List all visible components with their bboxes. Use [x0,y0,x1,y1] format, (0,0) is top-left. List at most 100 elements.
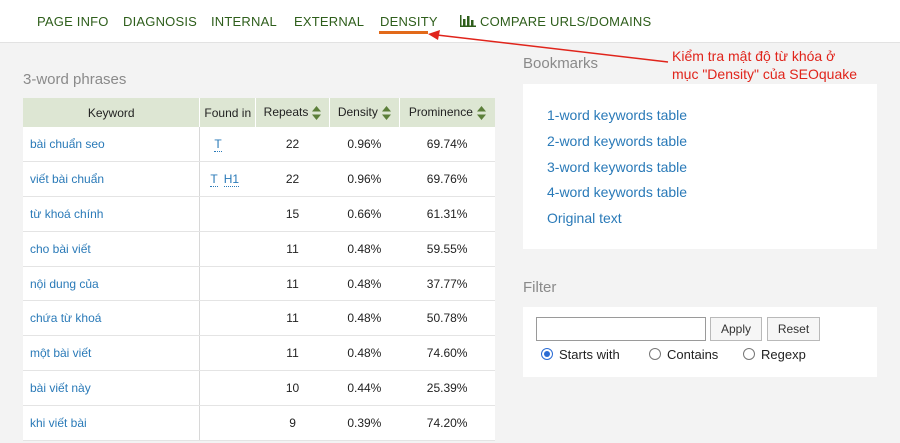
radio-icon[interactable] [743,348,755,360]
col-prominence[interactable]: Prominence [399,98,495,127]
repeats-cell: 11 [255,300,330,337]
repeats-cell: 11 [255,266,330,302]
keyword-link[interactable]: bài viết này [23,370,200,406]
annotation-line-1: Kiểm tra mật độ từ khóa ở [672,48,836,64]
keyword-link[interactable]: khi viết bài [23,405,200,441]
keyword-link[interactable]: nội dung của [23,266,200,302]
table-row: khi viết bài 9 0.39% 74.20% [23,405,495,441]
table-row: từ khoá chính 15 0.66% 61.31% [23,196,495,232]
keyword-link[interactable]: cho bài viết [23,231,200,267]
found-in-cell [199,231,256,267]
sort-icon[interactable] [312,105,322,120]
found-in-cell [199,405,256,441]
reset-button[interactable]: Reset [767,317,820,341]
tab-compare[interactable]: COMPARE URLS/DOMAINS [460,14,651,29]
prominence-cell: 69.76% [399,161,495,198]
prominence-cell: 50.78% [399,300,495,337]
density-cell: 0.48% [329,300,400,337]
found-in-cell [199,370,256,406]
apply-button[interactable]: Apply [710,317,762,341]
annotation-line-2: mục "Density" của SEOquake [672,66,858,82]
radio-regexp[interactable]: Regexp [743,347,806,362]
annotation-text: Kiểm tra mật độ từ khóa ở mục "Density" … [672,47,857,83]
found-in-cell: T H1 [199,161,256,198]
col-prominence-label: Prominence [408,105,473,120]
table-header-row: Keyword Found in Repeats Density Promine… [23,98,495,127]
sort-icon[interactable] [476,105,486,120]
tab-compare-label: COMPARE URLS/DOMAINS [480,14,652,29]
prominence-cell: 61.31% [399,196,495,232]
radio-contains[interactable]: Contains [649,347,718,362]
col-repeats[interactable]: Repeats [255,98,330,127]
found-tag[interactable]: T [210,172,218,188]
density-cell: 0.44% [329,370,400,406]
radio-icon[interactable] [649,348,661,360]
found-in-cell [199,196,256,232]
table-row: cho bài viết 11 0.48% 59.55% [23,231,495,267]
col-repeats-label: Repeats [263,105,309,120]
sort-icon[interactable] [381,105,391,120]
top-nav: PAGE INFO DIAGNOSIS INTERNAL EXTERNAL DE… [0,0,900,43]
active-tab-underline [379,31,428,34]
repeats-cell: 9 [255,405,330,441]
repeats-cell: 10 [255,370,330,406]
table-row: viết bài chuẩn T H1 22 0.96% 69.76% [23,161,495,198]
found-in-cell: T [199,127,256,163]
repeats-cell: 15 [255,196,330,232]
bookmark-link-3-word[interactable]: 3-word keywords table [547,159,687,175]
filter-input[interactable] [536,317,706,341]
prominence-cell: 74.60% [399,335,495,372]
prominence-cell: 59.55% [399,231,495,267]
repeats-cell: 22 [255,161,330,198]
tab-page-info[interactable]: PAGE INFO [37,14,109,29]
found-in-cell [199,300,256,337]
keyword-link[interactable]: bài chuẩn seo [23,127,200,163]
density-cell: 0.39% [329,405,400,441]
repeats-cell: 22 [255,127,330,163]
keyword-link[interactable]: chứa từ khoá [23,300,200,337]
prominence-cell: 37.77% [399,266,495,302]
tab-external[interactable]: EXTERNAL [294,14,364,29]
keyword-link[interactable]: từ khoá chính [23,196,200,232]
table-row: bài chuẩn seo T 22 0.96% 69.74% [23,127,495,163]
keyword-link[interactable]: một bài viết [23,335,200,372]
col-density-label: Density [337,105,378,120]
found-in-cell [199,266,256,302]
keyword-link[interactable]: viết bài chuẩn [23,161,200,198]
density-cell: 0.96% [329,161,400,198]
filter-panel: Apply Reset Starts with Contains Regexp [523,307,877,377]
radio-regexp-label: Regexp [761,347,806,362]
density-cell: 0.66% [329,196,400,232]
density-cell: 0.48% [329,266,400,302]
prominence-cell: 69.74% [399,127,495,163]
table-row: bài viết này 10 0.44% 25.39% [23,370,495,406]
radio-contains-label: Contains [667,347,719,362]
bookmark-link-2-word[interactable]: 2-word keywords table [547,133,687,149]
col-found-in-label: Found in [204,105,252,120]
tab-diagnosis[interactable]: DIAGNOSIS [123,14,197,29]
bookmark-link-4-word[interactable]: 4-word keywords table [547,184,687,200]
bookmark-link-1-word[interactable]: 1-word keywords table [547,107,687,123]
prominence-cell: 25.39% [399,370,495,406]
radio-checked-icon[interactable] [541,348,553,360]
tab-density[interactable]: DENSITY [380,14,438,29]
found-tag[interactable]: H1 [223,172,240,188]
radio-starts-with-label: Starts with [559,347,620,362]
density-cell: 0.48% [329,335,400,372]
density-cell: 0.48% [329,231,400,267]
col-keyword-label: Keyword [87,105,135,120]
radio-starts-with[interactable]: Starts with [541,347,620,362]
bar-chart-icon [460,15,476,27]
bookmark-link-original-text[interactable]: Original text [547,210,622,226]
table-row: nội dung của 11 0.48% 37.77% [23,266,495,302]
found-in-cell [199,335,256,372]
col-found-in[interactable]: Found in [199,98,257,127]
found-tag[interactable]: T [214,137,222,153]
density-cell: 0.96% [329,127,400,163]
filter-title: Filter [523,279,557,296]
tab-internal[interactable]: INTERNAL [211,14,277,29]
table-row: chứa từ khoá 11 0.48% 50.78% [23,300,495,337]
phrases-title: 3-word phrases [23,71,127,88]
col-density[interactable]: Density [329,98,400,127]
col-keyword[interactable]: Keyword [23,98,201,127]
